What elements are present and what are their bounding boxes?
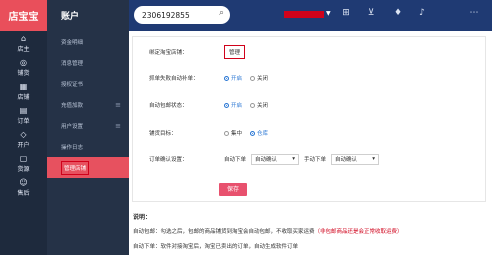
account-search-input[interactable]: 2306192855 ⌕ <box>134 6 230 24</box>
radio-label: 关闭 <box>257 103 269 109</box>
rail-item-shopowner[interactable]: ⌂ 店主 <box>0 31 47 55</box>
submenu-item-user-settings[interactable]: 用户设置 ≡ <box>47 115 129 136</box>
rail-item-distribution[interactable]: ◎ 铺货 <box>0 55 47 79</box>
rail-label: 店铺 <box>17 93 30 101</box>
rail-item-store[interactable]: ▦ 店铺 <box>0 79 47 103</box>
chevron-down-icon: ▾ <box>292 156 296 162</box>
target-warehouse-radio[interactable]: 仓库 <box>250 129 268 137</box>
field-label: 绑定淘宝店铺： <box>149 50 188 56</box>
radio-label: 关闭 <box>257 76 269 82</box>
top-header: 2306192855 ⌕ ▼ ⊞ ⊻ ♦ ♪ ⋯ <box>129 0 492 31</box>
tag-icon: ◇ <box>20 129 27 139</box>
submenu-item-manage-store[interactable]: 管理店铺 <box>47 157 129 178</box>
account-submenu: 账户 资金明细 消息管理 授权证书 充值加款 ≡ 用户设置 ≡ 操作日志 管理店… <box>47 0 129 255</box>
search-icon[interactable]: ⌕ <box>219 8 224 18</box>
box-icon: ▢ <box>19 153 28 163</box>
app-window: 店宝宝 ⌂ 店主 ◎ 铺货 ▦ 店铺 ▤ 订单 ◇ 开户 ▢ 货源 ☺ 售后 账… <box>0 0 492 255</box>
chevron-down-icon: ▾ <box>372 156 376 162</box>
description-note: （非包邮商品还是会正常收取运费） <box>314 229 403 235</box>
submenu-item-label: 操作日志 <box>61 144 84 151</box>
expand-icon: ≡ <box>115 121 121 130</box>
more-icon[interactable]: ⋯ <box>467 6 481 20</box>
row-bound-store: 绑定淘宝店铺： 管理 <box>149 45 246 59</box>
submenu-item-label: 充值加款 <box>61 102 84 109</box>
row-target: 铺货目标： 集中 仓库 <box>149 126 276 140</box>
rail-label: 售后 <box>17 189 30 197</box>
row-autofill: 抓单失败自动补单： 开启 关闭 <box>149 71 276 85</box>
rail-item-orders[interactable]: ▤ 订单 <box>0 103 47 127</box>
autofill-on-radio[interactable]: 开启 <box>224 74 242 82</box>
rail-item-account[interactable]: ◇ 开户 <box>0 127 47 151</box>
search-value: 2306192855 <box>142 10 190 20</box>
field-label: 铺货目标： <box>149 131 177 137</box>
left-rail: 店宝宝 ⌂ 店主 ◎ 铺货 ▦ 店铺 ▤ 订单 ◇ 开户 ▢ 货源 ☺ 售后 <box>0 0 47 255</box>
redacted-username <box>284 11 324 18</box>
radio-label: 仓库 <box>257 131 269 137</box>
description-title: 说明： <box>133 214 152 221</box>
description-line: 自动包邮：勾选之后，包邮的商品铺货到淘宝会自动包邮，不收取买家运费（非包邮商品还… <box>133 227 488 235</box>
row-autopay: 自动包邮状态： 开启 关闭 <box>149 98 276 112</box>
autopay-off-radio[interactable]: 关闭 <box>250 101 268 109</box>
shirt-icon[interactable]: ♦ <box>391 6 405 20</box>
radio-dot <box>250 130 256 136</box>
description: 说明： 自动包邮：勾选之后，包邮的商品铺货到淘宝会自动包邮，不收取买家运费（非包… <box>133 212 488 255</box>
rail-label: 订单 <box>17 117 30 125</box>
field-label: 抓单失败自动补单： <box>149 76 199 82</box>
submenu-item-label: 资金明细 <box>61 39 84 46</box>
submenu-item-label: 用户设置 <box>61 123 84 130</box>
submenu-item-funds[interactable]: 资金明细 <box>47 31 129 52</box>
grid-icon[interactable]: ⊞ <box>339 6 353 20</box>
manage-button[interactable]: 管理 <box>224 45 246 59</box>
submenu-item-certificate[interactable]: 授权证书 <box>47 73 129 94</box>
submenu-item-label: 消息管理 <box>61 60 84 67</box>
rail-label: 店主 <box>17 45 30 53</box>
rail-item-supply[interactable]: ▢ 货源 <box>0 151 47 175</box>
store-icon: ▦ <box>19 81 28 91</box>
manual-order-label: 手动下单 <box>304 157 327 163</box>
submenu-item-recharge[interactable]: 充值加款 ≡ <box>47 94 129 115</box>
rail-label: 货源 <box>17 165 30 173</box>
radio-dot <box>224 75 229 81</box>
user-service-icon: ☺ <box>19 177 28 187</box>
compass-icon: ◎ <box>20 57 27 67</box>
auto-order-label: 自动下单 <box>224 157 247 163</box>
submenu-title: 账户 <box>61 12 80 22</box>
expand-icon: ≡ <box>115 100 121 109</box>
submenu-item-label: 管理店铺 <box>61 160 90 175</box>
main-content: 绑定淘宝店铺： 管理 抓单失败自动补单： 开启 关闭 自动包邮状态： 开启 关闭… <box>129 31 492 255</box>
cart-icon[interactable]: ⊻ <box>364 6 378 20</box>
field-label: 订单确认设置： <box>149 157 188 163</box>
rail-label: 开户 <box>17 141 30 149</box>
radio-dot <box>224 102 229 108</box>
bell-icon[interactable]: ♪ <box>415 6 429 20</box>
manual-order-select[interactable]: 自动确认 ▾ <box>331 153 380 165</box>
radio-label: 开启 <box>231 76 243 82</box>
radio-label: 开启 <box>231 103 243 109</box>
target-centralized-radio[interactable]: 集中 <box>224 129 242 137</box>
autopay-on-radio[interactable]: 开启 <box>224 101 242 109</box>
radio-dot <box>250 102 256 108</box>
rail-label: 铺货 <box>17 69 30 77</box>
select-value: 自动确认 <box>255 157 278 163</box>
submenu-item-logs[interactable]: 操作日志 <box>47 136 129 157</box>
autofill-off-radio[interactable]: 关闭 <box>250 74 268 82</box>
description-text: 自动包邮：勾选之后，包邮的商品铺货到淘宝会自动包邮，不收取买家运费 <box>133 229 315 235</box>
submenu-item-messages[interactable]: 消息管理 <box>47 52 129 73</box>
description-line: 自动下单：软件对接淘宝后，淘宝已卖出的订单，自动生成软件订单 <box>133 244 299 250</box>
home-icon: ⌂ <box>20 33 27 43</box>
radio-label: 集中 <box>231 131 243 137</box>
radio-dot <box>224 130 229 136</box>
chevron-down-icon[interactable]: ▼ <box>326 10 331 17</box>
field-label: 自动包邮状态： <box>149 103 188 109</box>
select-value: 自动确认 <box>335 157 358 163</box>
brand-logo[interactable]: 店宝宝 <box>0 0 47 31</box>
row-order-confirm: 订单确认设置： 自动下单 自动确认 ▾ 手动下单 自动确认 ▾ <box>149 152 384 166</box>
save-button[interactable]: 保存 <box>219 183 247 196</box>
submenu-item-label: 授权证书 <box>61 81 84 88</box>
rail-item-aftersale[interactable]: ☺ 售后 <box>0 175 47 199</box>
order-icon: ▤ <box>19 105 28 115</box>
store-settings-panel: 绑定淘宝店铺： 管理 抓单失败自动补单： 开启 关闭 自动包邮状态： 开启 关闭… <box>132 36 486 202</box>
auto-order-select[interactable]: 自动确认 ▾ <box>251 153 300 165</box>
radio-dot <box>250 75 256 81</box>
